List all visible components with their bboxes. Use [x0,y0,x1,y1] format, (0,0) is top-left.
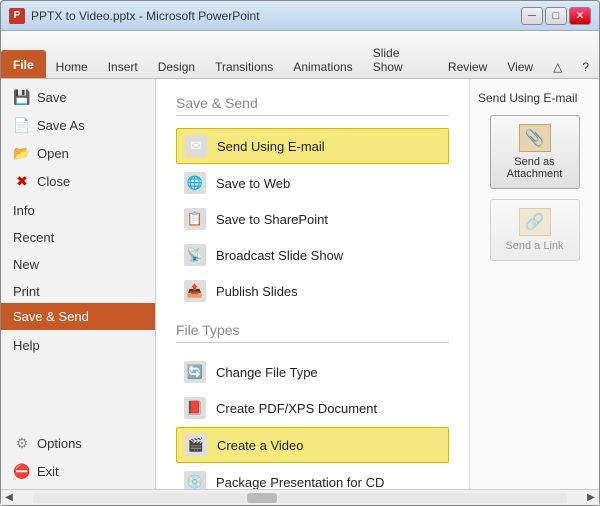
tab-slideshow[interactable]: Slide Show [363,40,438,78]
sidebar-item-print[interactable]: Print [1,276,155,303]
content-label-package: Package Presentation for CD [216,475,384,490]
sidebar-label-options: Options [37,436,82,451]
sharepoint-icon: 📋 [184,208,206,230]
attachment-label: Send asAttachment [507,156,563,180]
content-item-sharepoint[interactable]: 📋 Save to SharePoint [176,202,449,236]
scroll-thumb[interactable] [247,493,277,503]
content-item-web[interactable]: 🌐 Save to Web [176,166,449,200]
sidebar-item-info[interactable]: Info [1,195,155,222]
ribbon: File Home Insert Design Transitions Anim… [1,31,599,79]
scroll-track[interactable] [33,493,567,503]
attachment-icon: 📎 [519,124,551,152]
sidebar-item-open[interactable]: 📂 Open [1,139,155,167]
sidebar-item-exit[interactable]: ⛔ Exit [1,457,155,485]
sidebar-label-close: Close [37,174,70,189]
close-button[interactable]: ✕ [569,7,591,25]
main-window: P PPTX to Video.pptx - Microsoft PowerPo… [0,0,600,506]
sidebar-item-recent[interactable]: Recent [1,222,155,249]
pdf-icon: 📕 [184,397,206,419]
content-item-package[interactable]: 💿 Package Presentation for CD [176,465,449,489]
close-doc-icon: ✖ [13,173,31,189]
content-item-changetype[interactable]: 🔄 Change File Type [176,355,449,389]
send-link-button[interactable]: 🔗 Send a Link [490,199,580,261]
changetype-icon: 🔄 [184,361,206,383]
horizontal-scrollbar: ◀ ▶ [1,489,599,505]
email-icon: ✉ [185,135,207,157]
sidebar-label-exit: Exit [37,464,59,479]
maximize-button[interactable]: □ [545,7,567,25]
saveas-icon: 📄 [13,117,31,133]
content-label-video: Create a Video [217,438,304,453]
right-panel-title: Send Using E-mail [478,91,591,105]
tab-transitions[interactable]: Transitions [205,54,283,78]
publish-icon: 📤 [184,280,206,302]
sidebar-item-new[interactable]: New [1,249,155,276]
content-label-sharepoint: Save to SharePoint [216,212,328,227]
content-item-email[interactable]: ✉ Send Using E-mail [176,128,449,164]
content-label-changetype: Change File Type [216,365,318,380]
link-icon: 🔗 [519,208,551,236]
content-area: Save & Send ✉ Send Using E-mail 🌐 Save t… [156,79,469,489]
title-bar: P PPTX to Video.pptx - Microsoft PowerPo… [1,1,599,31]
package-icon: 💿 [184,471,206,489]
tab-insert[interactable]: Insert [98,54,148,78]
content-label-broadcast: Broadcast Slide Show [216,248,343,263]
content-item-publish[interactable]: 📤 Publish Slides [176,274,449,308]
web-icon: 🌐 [184,172,206,194]
scroll-left-arrow[interactable]: ◀ [1,490,17,506]
sidebar-item-close[interactable]: ✖ Close [1,167,155,195]
minimize-button[interactable]: ─ [521,7,543,25]
sidebar-item-options[interactable]: ⚙ Options [1,429,155,457]
sidebar-label-savesend: Save & Send [13,309,89,324]
save-icon: 💾 [13,89,31,105]
content-label-publish: Publish Slides [216,284,298,299]
sidebar-item-saveas[interactable]: 📄 Save As [1,111,155,139]
content-item-video[interactable]: 🎬 Create a Video [176,427,449,463]
window-title: PPTX to Video.pptx - Microsoft PowerPoin… [31,9,260,23]
tab-question[interactable]: ? [572,54,599,78]
sidebar-item-help[interactable]: Help [1,330,155,357]
sidebar-item-save[interactable]: 💾 Save [1,83,155,111]
tab-file[interactable]: File [1,50,46,78]
broadcast-icon: 📡 [184,244,206,266]
title-bar-left: P PPTX to Video.pptx - Microsoft PowerPo… [9,8,260,24]
content-item-pdf[interactable]: 📕 Create PDF/XPS Document [176,391,449,425]
sidebar: 💾 Save 📄 Save As 📂 Open ✖ Close Info Rec… [1,79,156,489]
sidebar-label-open: Open [37,146,69,161]
app-icon: P [9,8,25,24]
sidebar-label-save: Save [37,90,67,105]
title-bar-controls: ─ □ ✕ [521,7,591,25]
scroll-right-arrow[interactable]: ▶ [583,490,599,506]
send-attachment-button[interactable]: 📎 Send asAttachment [490,115,580,189]
content-item-broadcast[interactable]: 📡 Broadcast Slide Show [176,238,449,272]
sidebar-item-savesend[interactable]: Save & Send [1,303,155,330]
save-send-section-title: Save & Send [176,95,449,116]
tab-help-icon[interactable]: △ [543,54,572,78]
options-icon: ⚙ [13,435,31,451]
file-types-section-title: File Types [176,322,449,343]
exit-icon: ⛔ [13,463,31,479]
sidebar-label-saveas: Save As [37,118,85,133]
content-label-email: Send Using E-mail [217,139,325,154]
right-panel: Send Using E-mail 📎 Send asAttachment 🔗 … [469,79,599,489]
tab-view[interactable]: View [497,54,543,78]
content-label-pdf: Create PDF/XPS Document [216,401,377,416]
tab-home[interactable]: Home [46,54,98,78]
main-area: 💾 Save 📄 Save As 📂 Open ✖ Close Info Rec… [1,79,599,489]
content-label-web: Save to Web [216,176,290,191]
tab-design[interactable]: Design [148,54,205,78]
link-label: Send a Link [505,240,563,252]
video-icon: 🎬 [185,434,207,456]
tab-review[interactable]: Review [438,54,497,78]
open-icon: 📂 [13,145,31,161]
tab-animations[interactable]: Animations [283,54,362,78]
